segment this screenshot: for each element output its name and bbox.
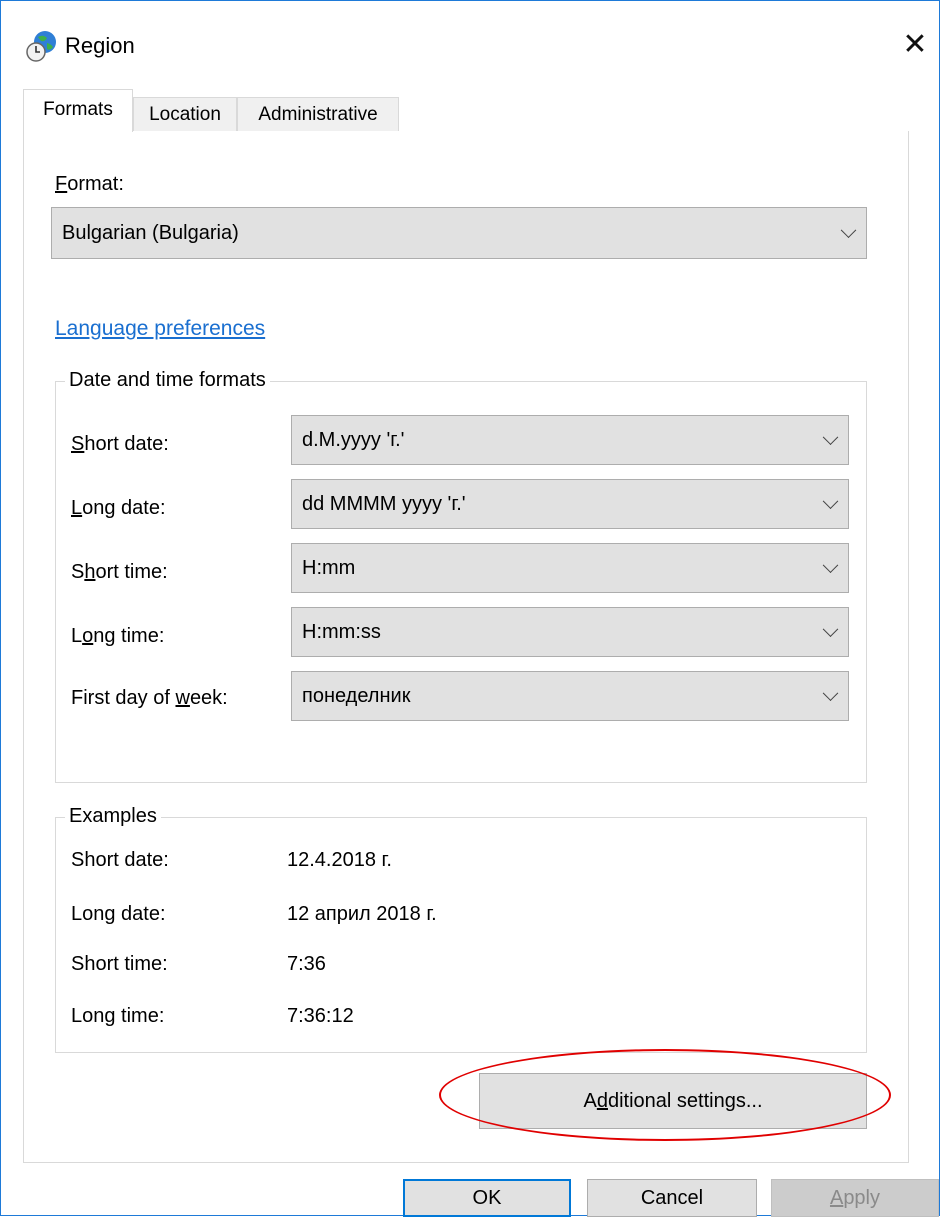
region-dialog: Region ✕ Formats Location Administrative… [0, 0, 940, 1217]
example-value: 7:36:12 [287, 1005, 354, 1027]
tab-location[interactable]: Location [133, 97, 237, 131]
chevron-down-icon [822, 685, 839, 702]
example-label: Short time: [71, 953, 168, 975]
format-value: Bulgarian (Bulgaria) [62, 221, 239, 244]
format-label: Format: [55, 173, 124, 195]
ok-button[interactable]: OK [403, 1179, 571, 1217]
cancel-button[interactable]: Cancel [587, 1179, 757, 1217]
short-date-value: d.M.yyyy 'г.' [302, 428, 405, 451]
format-dropdown[interactable]: Bulgarian (Bulgaria) [51, 207, 867, 259]
tab-formats[interactable]: Formats [23, 89, 133, 132]
long-time-label: Long time: [71, 625, 165, 647]
examples-group [55, 817, 867, 1053]
chevron-down-icon [822, 493, 839, 510]
first-day-of-week-value: понеделник [302, 684, 411, 707]
apply-button[interactable]: Apply [771, 1179, 939, 1217]
short-time-value: H:mm [302, 556, 356, 579]
tab-administrative[interactable]: Administrative [237, 97, 399, 131]
chevron-down-icon [822, 557, 839, 574]
example-label: Long time: [71, 1005, 165, 1027]
long-date-dropdown[interactable]: dd MMMM yyyy 'г.' [291, 479, 849, 529]
additional-settings-button[interactable]: Ad ditional settings... [479, 1073, 867, 1129]
example-value: 7:36 [287, 953, 326, 975]
date-time-formats-title: Date and time formats [65, 369, 270, 392]
short-date-label: Short date: [71, 433, 169, 455]
window-title: Region [65, 33, 135, 58]
first-day-of-week-label: First day of week: [71, 687, 228, 709]
example-value: 12 април 2018 г. [287, 903, 437, 925]
examples-title: Examples [65, 805, 161, 828]
chevron-down-icon [822, 429, 839, 446]
long-date-label: Long date: [71, 497, 166, 519]
long-date-value: dd MMMM yyyy 'г.' [302, 492, 466, 515]
long-time-dropdown[interactable]: H:mm:ss [291, 607, 849, 657]
example-label: Long date: [71, 903, 166, 925]
short-date-dropdown[interactable]: d.M.yyyy 'г.' [291, 415, 849, 465]
chevron-down-icon [840, 222, 857, 239]
chevron-down-icon [822, 621, 839, 638]
example-label: Short date: [71, 849, 169, 871]
globe-clock-icon [25, 29, 59, 63]
short-time-label: Short time: [71, 561, 168, 583]
close-icon[interactable]: ✕ [899, 29, 931, 61]
short-time-dropdown[interactable]: H:mm [291, 543, 849, 593]
language-preferences-link[interactable]: Language preferences [55, 317, 265, 341]
first-day-of-week-dropdown[interactable]: понеделник [291, 671, 849, 721]
long-time-value: H:mm:ss [302, 620, 381, 643]
example-value: 12.4.2018 г. [287, 849, 392, 871]
